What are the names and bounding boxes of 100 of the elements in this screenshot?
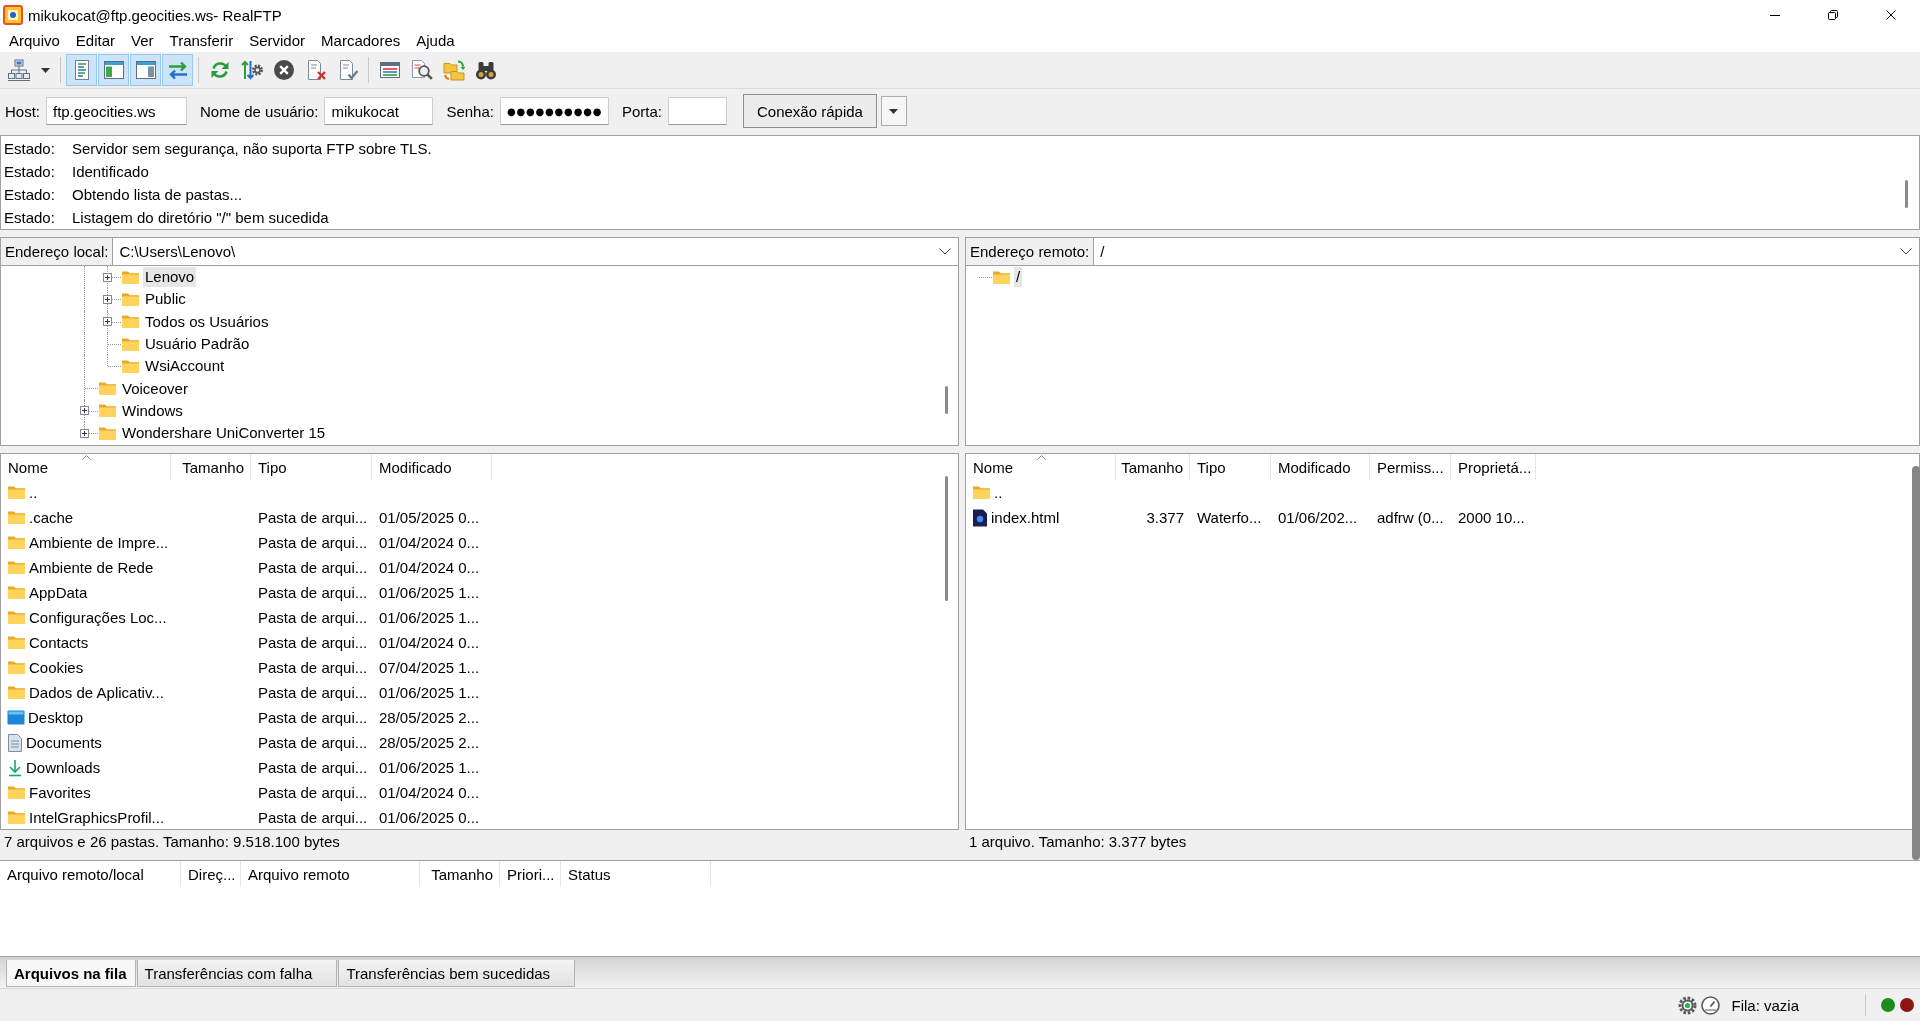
- file-name[interactable]: ..: [994, 484, 1003, 501]
- history-dropdown-button[interactable]: [880, 96, 907, 126]
- folder-icon: [98, 403, 117, 419]
- file-name[interactable]: Favorites: [29, 784, 91, 801]
- column-header[interactable]: Nome: [966, 454, 1116, 480]
- tree-item[interactable]: Wondershare UniConverter 15: [120, 423, 328, 444]
- folder-icon: [121, 358, 140, 374]
- menu-item[interactable]: Transferir: [161, 31, 242, 51]
- tree-item[interactable]: WsiAccount: [143, 356, 227, 377]
- tree-item[interactable]: Usuário Padrão: [143, 334, 252, 355]
- column-header[interactable]: Status: [561, 861, 711, 887]
- column-header[interactable]: Tipo: [251, 454, 372, 480]
- column-header[interactable]: Tamanho: [1116, 454, 1190, 480]
- table-cell-text: 07/04/2025 1...: [378, 659, 481, 676]
- tree-item[interactable]: Windows: [120, 400, 185, 421]
- restore-icon: [1828, 10, 1838, 20]
- app-icon: [3, 5, 23, 25]
- menu-item[interactable]: Ajuda: [408, 31, 463, 51]
- folder-icon: [121, 269, 140, 285]
- table-cell-text: Pasta de arqui...: [257, 809, 369, 826]
- table-cell-text: Pasta de arqui...: [257, 709, 369, 726]
- file-name[interactable]: Contacts: [29, 634, 89, 651]
- tree-item[interactable]: Voiceover: [120, 378, 190, 399]
- file-name[interactable]: ..: [29, 484, 38, 501]
- file-name[interactable]: Desktop: [28, 709, 84, 726]
- remote-tree-toggle[interactable]: [130, 54, 161, 86]
- log-label: Estado:: [4, 186, 56, 203]
- table-cell-text: Pasta de arqui...: [257, 609, 369, 626]
- tab[interactable]: Arquivos na fila: [6, 960, 136, 987]
- tree-item[interactable]: Lenovo: [143, 267, 197, 288]
- scrollbar-thumb[interactable]: [945, 476, 948, 601]
- address-label: Endereço remoto:: [965, 237, 1095, 266]
- tree-item[interactable]: Public: [143, 289, 188, 310]
- message-log-toggle[interactable]: [66, 54, 97, 86]
- table-cell-text: 2000 10...: [1457, 509, 1526, 526]
- menu-item[interactable]: Editar: [67, 31, 124, 51]
- file-name[interactable]: index.html: [991, 509, 1060, 526]
- column-header[interactable]: Tipo: [1190, 454, 1271, 480]
- folder-icon: [7, 510, 26, 525]
- column-header[interactable]: Nome: [1, 454, 171, 480]
- column-header[interactable]: Tamanho: [420, 861, 500, 887]
- column-header[interactable]: Direç...: [181, 861, 241, 887]
- folder-icon: [98, 381, 117, 397]
- table-cell-text: Pasta de arqui...: [257, 634, 369, 651]
- scrollbar-thumb[interactable]: [1912, 466, 1920, 860]
- file-icon: [972, 508, 988, 527]
- file-name[interactable]: Configurações Loc...: [29, 609, 167, 626]
- file-name[interactable]: Cookies: [29, 659, 84, 676]
- caret-icon: [889, 108, 899, 114]
- username-field[interactable]: mikukocat: [324, 97, 434, 125]
- queue-toggle[interactable]: [162, 54, 193, 86]
- tree-item[interactable]: Todos os Usuários: [143, 311, 271, 332]
- menu-item[interactable]: Marcadores: [313, 31, 409, 51]
- quick-connect-button[interactable]: Conexão rápida: [743, 94, 877, 128]
- field-label: Nome de usuário:: [200, 102, 319, 120]
- local-tree-toggle[interactable]: [98, 54, 129, 86]
- desktop-icon: [7, 710, 25, 725]
- file-name[interactable]: Ambiente de Impre...: [29, 534, 169, 551]
- path-combobox[interactable]: C:\Users\Lenovo\: [113, 237, 959, 266]
- log-message: Identificado: [72, 163, 149, 180]
- menu-item[interactable]: Arquivo: [1, 31, 68, 51]
- table-cell-text: 01/06/2025 1...: [378, 684, 481, 701]
- column-header[interactable]: Permiss...: [1370, 454, 1451, 480]
- file-name[interactable]: Documents: [26, 734, 102, 751]
- path-combobox[interactable]: /: [1094, 237, 1920, 266]
- arrows-gear-icon: [240, 59, 263, 81]
- table-cell-text: 01/06/2025 1...: [378, 584, 481, 601]
- file-name[interactable]: IntelGraphicsProfil...: [29, 809, 165, 826]
- file-name[interactable]: AppData: [29, 584, 88, 601]
- tab[interactable]: Transferências com falha: [136, 960, 338, 987]
- column-header[interactable]: Tamanho: [171, 454, 251, 480]
- column-header[interactable]: Modificado: [372, 454, 492, 480]
- column-header[interactable]: Modificado: [1271, 454, 1370, 480]
- column-header[interactable]: Arquivo remoto/local: [0, 861, 181, 887]
- menu-item[interactable]: Ver: [123, 31, 162, 51]
- table-cell-text: Pasta de arqui...: [257, 534, 369, 551]
- column-header[interactable]: Priori...: [500, 861, 561, 887]
- host-field[interactable]: ftp.geocities.ws: [46, 97, 187, 125]
- column-header[interactable]: Proprietá...: [1451, 454, 1536, 480]
- field-label: Senha:: [446, 102, 494, 120]
- scrollbar-thumb[interactable]: [945, 386, 948, 414]
- folder-icon: [7, 810, 26, 825]
- menu-item[interactable]: Servidor: [241, 31, 314, 51]
- folder-icon: [121, 336, 140, 352]
- file-name[interactable]: Dados de Aplicativ...: [29, 684, 164, 701]
- table-cell-text: 01/05/2025 0...: [378, 509, 481, 526]
- password-field[interactable]: ●●●●●●●●●●: [499, 97, 609, 125]
- folder-icon: [7, 610, 26, 625]
- port-field[interactable]: [668, 97, 727, 125]
- file-name[interactable]: Ambiente de Rede: [29, 559, 154, 576]
- sort-caret-icon: [1036, 455, 1046, 460]
- tab[interactable]: Transferências bem sucedidas: [338, 960, 576, 987]
- folder-icon: [972, 485, 991, 500]
- file-name[interactable]: .cache: [29, 509, 74, 526]
- tree-item[interactable]: /: [1014, 267, 1023, 288]
- table-cell-text: 3.377: [1145, 509, 1185, 526]
- scrollbar-thumb[interactable]: [1905, 180, 1908, 208]
- column-header[interactable]: Arquivo remoto: [241, 861, 420, 887]
- caret-icon: [40, 67, 50, 73]
- file-name[interactable]: Downloads: [26, 759, 101, 776]
